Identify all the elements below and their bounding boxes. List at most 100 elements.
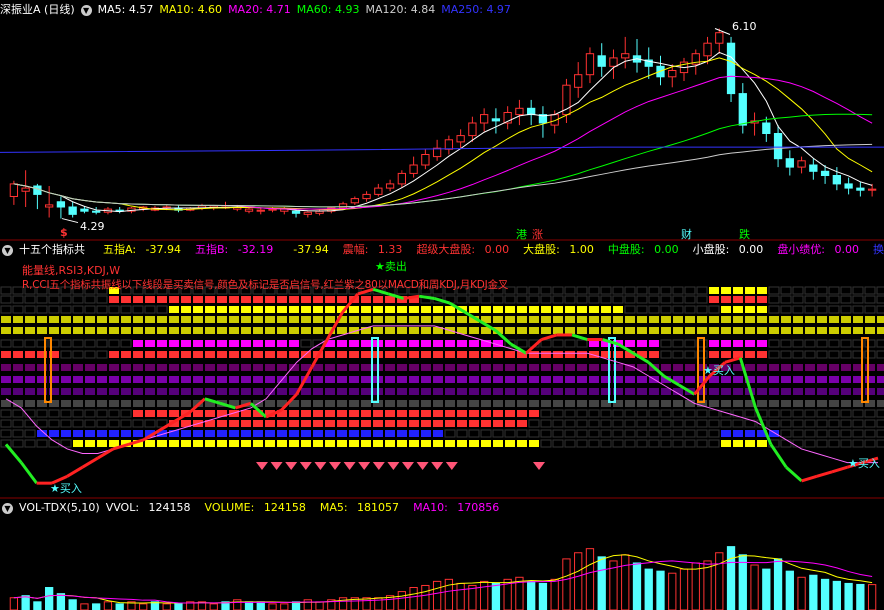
indicator-cell: [852, 295, 864, 304]
indicator-cell: [708, 429, 720, 438]
indicator-cell: [793, 400, 803, 407]
indicator-cell: [241, 306, 251, 313]
volume-bar: [809, 574, 818, 610]
indicator-cell: [277, 440, 287, 447]
indicator-cell: [457, 351, 467, 358]
indicator-cell: [169, 340, 179, 347]
indicator-cell: [625, 388, 635, 395]
indicator-cell: [205, 430, 215, 437]
buy-signal-2[interactable]: ★买入: [703, 362, 735, 378]
indicator-cell: [804, 439, 816, 448]
buy-signal-1[interactable]: ★买入: [50, 480, 82, 496]
indicator-cell: [600, 286, 612, 295]
indicator-cell: [97, 376, 107, 383]
indicator-cell: [577, 388, 587, 395]
indicator-cell: [145, 400, 155, 407]
indicator-cell: [553, 316, 563, 323]
volume-bar: [691, 562, 700, 610]
indicator-cell: [624, 305, 636, 314]
indicator-cell: [12, 305, 24, 314]
indicator-cell: [804, 339, 816, 348]
indicator-cell: [684, 295, 696, 304]
buy-signal-3[interactable]: ★买入: [848, 455, 880, 471]
stock-title[interactable]: 深振业A (日线): [0, 2, 75, 18]
volume-bar: [820, 578, 830, 610]
indicator-cell: [457, 364, 467, 371]
diamond-icon: [314, 462, 327, 470]
indicator-title[interactable]: 十五个指标共: [19, 242, 85, 258]
indicator-cell: [769, 327, 779, 334]
indicator-cell: [373, 410, 383, 417]
indicator-cell: [696, 295, 708, 304]
indicator-cell: [769, 400, 779, 407]
indicator-cell: [373, 420, 383, 427]
indicator-cell: [109, 296, 119, 303]
indicator-cell: [577, 376, 587, 383]
indicator-cell: [205, 410, 215, 417]
indicator-cell: [517, 316, 527, 323]
indicator-cell: [709, 340, 719, 347]
indicator-cell: [60, 295, 72, 304]
indicator-cell: [637, 388, 647, 395]
indicator-cell: [793, 327, 803, 334]
chart-canvas[interactable]: [0, 0, 884, 610]
indicator-cell: [60, 419, 72, 428]
indicator-cell: [60, 350, 72, 359]
event-marker-die[interactable]: 跌: [739, 226, 750, 242]
volume-bar: [550, 578, 559, 610]
indicator-cell: [529, 351, 539, 358]
indicator-cell: [229, 340, 239, 347]
indicator-cell: [840, 305, 852, 314]
chevron-down-icon[interactable]: ▼: [80, 4, 92, 16]
indicator-cell: [660, 286, 672, 295]
indicator-cell: [205, 327, 215, 334]
indicator-cell: [696, 439, 708, 448]
indicator-cell: [108, 419, 120, 428]
indicator-cell: [121, 351, 131, 358]
indicator-cell: [265, 351, 275, 358]
indicator-cell: [145, 364, 155, 371]
event-marker-gang[interactable]: 港: [516, 226, 527, 242]
indicator-cell: [637, 400, 647, 407]
indicator-cell: [481, 364, 491, 371]
volume-bar: [9, 597, 19, 610]
indicator-cell: [576, 339, 588, 348]
indicator-cell: [60, 339, 72, 348]
volume-title[interactable]: VOL-TDX(5,10): [19, 500, 100, 516]
indicator-cell: [253, 440, 263, 447]
indicator-cell: [109, 327, 119, 334]
indicator-cell: [337, 327, 347, 334]
event-marker-cai[interactable]: 财: [681, 226, 692, 242]
indicator-cell: [301, 410, 311, 417]
indicator-cell: [169, 306, 179, 313]
sell-signal[interactable]: ★卖出: [375, 258, 407, 274]
indicator-cell: [661, 400, 671, 407]
indicator-cell: [25, 400, 35, 407]
indicator-cell: [505, 306, 515, 313]
candle-body: [432, 147, 442, 158]
indicator-cell: [613, 327, 623, 334]
indicator-cell: [505, 376, 515, 383]
indicator-cell: [816, 439, 828, 448]
indicator-cell: [829, 388, 839, 395]
indicator-cell: [709, 316, 719, 323]
indicator-cell: [780, 305, 792, 314]
indicator-cell: [469, 364, 479, 371]
candle-body: [797, 160, 806, 168]
chevron-down-icon[interactable]: ▼: [2, 244, 13, 256]
indicator-cell: [300, 339, 312, 348]
indicator-cell: [361, 306, 371, 313]
indicator-cell: [684, 419, 696, 428]
event-marker-zhang[interactable]: 涨: [532, 226, 543, 242]
indicator-cell: [757, 296, 767, 303]
indicator-cell: [541, 351, 551, 358]
volume-bar: [21, 595, 30, 610]
indicator-cell: [73, 327, 83, 334]
volume-bar: [56, 593, 66, 610]
candle-body: [738, 93, 747, 126]
chevron-down-icon[interactable]: ▼: [2, 502, 13, 514]
indicator-cell: [445, 340, 455, 347]
candle-body: [809, 164, 818, 172]
indicator-cell: [600, 295, 612, 304]
diamond-icon: [402, 462, 414, 470]
